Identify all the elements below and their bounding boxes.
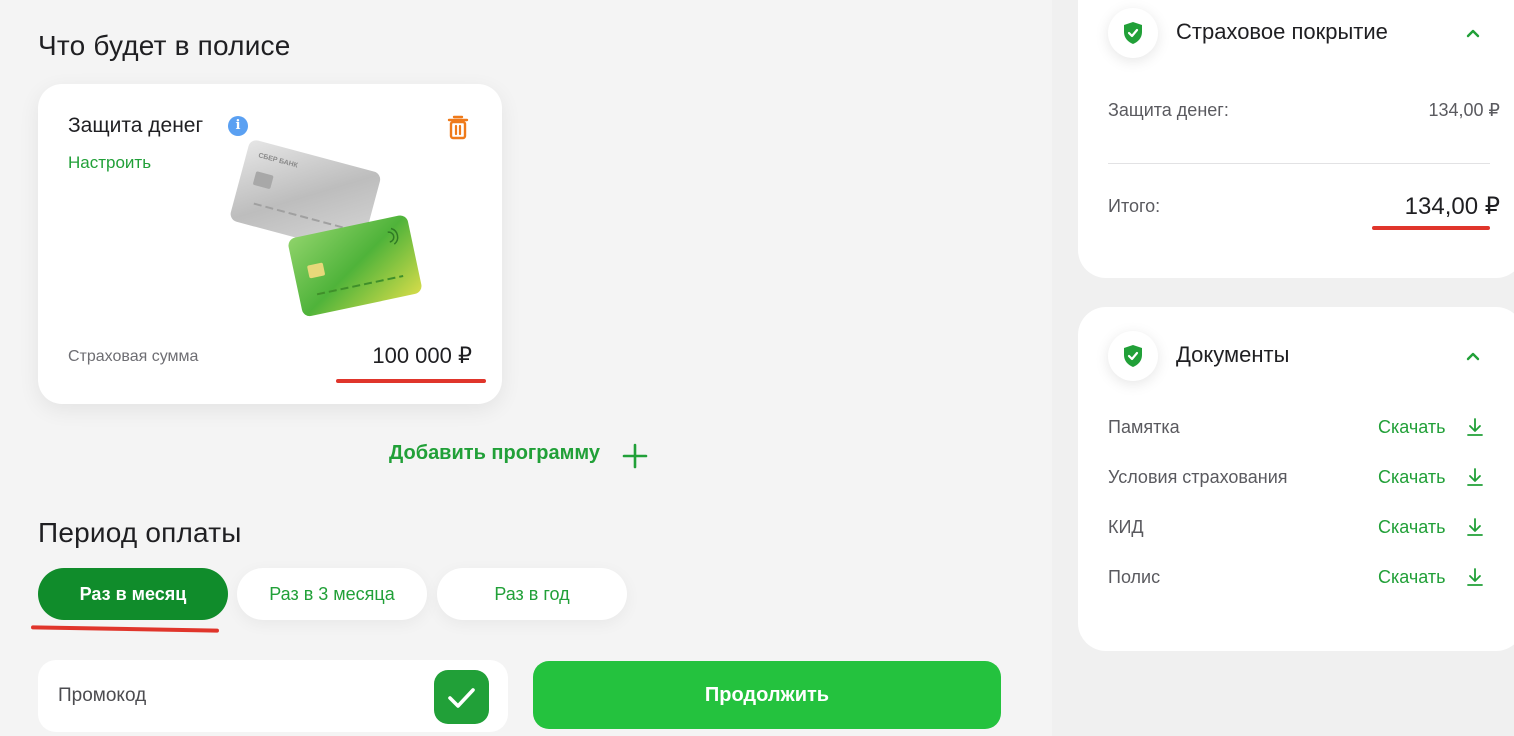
documents-title: Документы	[1176, 342, 1290, 367]
promo-code-input[interactable]	[58, 678, 418, 714]
download-icon[interactable]	[1466, 467, 1484, 487]
download-icon[interactable]	[1466, 567, 1484, 587]
highlight-underline	[1372, 226, 1490, 230]
download-link[interactable]: Скачать	[1378, 517, 1446, 538]
document-name: КИД	[1108, 517, 1144, 537]
period-monthly-button[interactable]: Раз в месяц	[38, 568, 228, 620]
policy-title: Что будет в полисе	[38, 30, 291, 61]
period-yearly-button[interactable]: Раз в год	[437, 568, 627, 620]
program-name: Защита денег	[68, 114, 204, 137]
document-row: КИД Скачать	[1108, 517, 1488, 545]
download-icon[interactable]	[1466, 417, 1484, 437]
coverage-row-label: Защита денег:	[1108, 100, 1229, 120]
coverage-panel: Страховое покрытие Защита денег: 134,00 …	[1078, 0, 1514, 278]
document-name: Памятка	[1108, 417, 1180, 437]
coverage-row-value: 134,00 ₽	[1428, 100, 1500, 120]
insured-sum-value: 100 000 ₽	[372, 343, 472, 368]
trash-icon[interactable]	[446, 114, 470, 140]
download-link[interactable]: Скачать	[1378, 467, 1446, 488]
highlight-underline	[30, 625, 220, 633]
promo-apply-button[interactable]	[434, 670, 489, 724]
coverage-title: Страховое покрытие	[1176, 19, 1388, 44]
configure-link[interactable]: Настроить	[68, 153, 151, 173]
insured-sum-label: Страховая сумма	[68, 348, 199, 365]
divider	[1108, 163, 1490, 164]
shield-check-icon	[1108, 331, 1158, 381]
plus-icon[interactable]	[622, 443, 648, 469]
shield-check-icon	[1108, 8, 1158, 58]
document-name: Полис	[1108, 567, 1161, 587]
download-link[interactable]: Скачать	[1378, 567, 1446, 588]
payment-period-title: Период оплаты	[38, 517, 242, 548]
chevron-up-icon[interactable]	[1464, 350, 1482, 362]
bank-cards-illustration: СБЕР БАНК	[230, 140, 422, 317]
document-row: Памятка Скачать	[1108, 417, 1488, 445]
continue-button[interactable]: Продолжить	[533, 661, 1001, 729]
document-row: Полис Скачать	[1108, 567, 1488, 595]
documents-panel: Документы Памятка Скачать Условия страхо…	[1078, 307, 1514, 651]
info-icon[interactable]: i	[228, 116, 248, 136]
total-value: 134,00 ₽	[1404, 193, 1500, 220]
summary-sidebar: Страховое покрытие Защита денег: 134,00 …	[1052, 0, 1514, 736]
total-label: Итого:	[1108, 196, 1161, 216]
chevron-up-icon[interactable]	[1464, 27, 1482, 39]
highlight-underline	[336, 379, 486, 383]
document-row: Условия страхования Скачать	[1108, 467, 1488, 495]
program-card: Защита денег i Настроить СБЕР БАНК Страх…	[38, 84, 502, 404]
download-link[interactable]: Скачать	[1378, 417, 1446, 438]
check-icon	[448, 688, 475, 708]
add-program-link[interactable]: Добавить программу	[389, 442, 600, 465]
period-quarterly-button[interactable]: Раз в 3 месяца	[237, 568, 427, 620]
document-name: Условия страхования	[1108, 467, 1288, 487]
promo-code-box	[38, 660, 508, 732]
policy-builder: Что будет в полисе Защита денег i Настро…	[0, 0, 1052, 736]
download-icon[interactable]	[1466, 517, 1484, 537]
